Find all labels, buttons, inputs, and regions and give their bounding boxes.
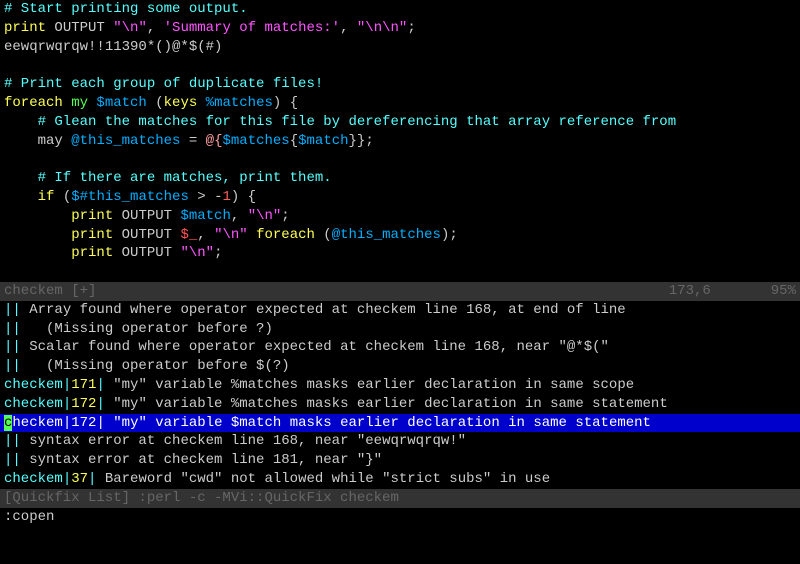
- code-line: print OUTPUT $match, "\n";: [0, 207, 800, 226]
- code-line: print OUTPUT "\n", 'Summary of matches:'…: [0, 19, 800, 38]
- quickfix-file: checkem: [4, 377, 63, 393]
- quickfix-msg: Bareword "cwd" not allowed while "strict…: [96, 471, 550, 487]
- code-line: print OUTPUT $_, "\n" foreach (@this_mat…: [0, 226, 800, 245]
- terminal-screen: # Start printing some output. print OUTP…: [0, 0, 800, 564]
- statusline-cursor: 173,6: [669, 282, 711, 301]
- quickfix-line[interactable]: checkem|171| "my" variable %matches mask…: [0, 376, 800, 395]
- quickfix-line[interactable]: || (Missing operator before ?): [0, 320, 800, 339]
- code-line: # Start printing some output.: [0, 0, 800, 19]
- command-line[interactable]: :copen: [0, 508, 800, 527]
- statusline-top: checkem [+] 173,6 95%: [0, 282, 800, 301]
- quickfix-msg: syntax error at checkem line 181, near "…: [21, 452, 382, 468]
- quickfix-linenr: 171: [71, 377, 96, 393]
- quickfix-msg: Scalar found where operator expected at …: [21, 339, 609, 355]
- quickfix-line[interactable]: || syntax error at checkem line 168, nea…: [0, 432, 800, 451]
- statusline-filename: checkem [+]: [4, 282, 669, 301]
- code-line: # Glean the matches for this file by der…: [0, 113, 800, 132]
- quickfix-line[interactable]: || syntax error at checkem line 181, nea…: [0, 451, 800, 470]
- code-line: eewqrwqrqw!!11390*()@*$(#): [0, 38, 800, 57]
- quickfix-msg: "my" variable %matches masks earlier dec…: [105, 377, 634, 393]
- statusline-quickfix: [Quickfix List] :perl -c -MVi::QuickFix …: [0, 489, 800, 508]
- code-line: foreach my $match (keys %matches) {: [0, 94, 800, 113]
- quickfix-msg: syntax error at checkem line 168, near "…: [21, 433, 466, 449]
- code-line: # If there are matches, print them.: [0, 169, 800, 188]
- quickfix-line[interactable]: checkem|172| "my" variable %matches mask…: [0, 395, 800, 414]
- quickfix-msg: Array found where operator expected at c…: [21, 302, 626, 318]
- quickfix-msg: (Missing operator before $(?): [21, 358, 290, 374]
- code-line: # Print each group of duplicate files!: [0, 75, 800, 94]
- statusline-percent: 95%: [771, 282, 796, 301]
- quickfix-line[interactable]: checkem|37| Bareword "cwd" not allowed w…: [0, 470, 800, 489]
- code-line: print OUTPUT "\n";: [0, 244, 800, 263]
- quickfix-file: checkem: [4, 471, 63, 487]
- code-line: if ($#this_matches > -1) {: [0, 188, 800, 207]
- code-window[interactable]: # Start printing some output. print OUTP…: [0, 0, 800, 282]
- quickfix-line[interactable]: || (Missing operator before $(?): [0, 357, 800, 376]
- code-line: [0, 56, 800, 75]
- quickfix-line[interactable]: checkem|172| "my" variable $match masks …: [0, 414, 800, 433]
- quickfix-msg: "my" variable %matches masks earlier dec…: [105, 396, 668, 412]
- quickfix-linenr: 172: [71, 396, 96, 412]
- code-line: [0, 150, 800, 169]
- quickfix-window[interactable]: || Array found where operator expected a…: [0, 301, 800, 489]
- code-line: may @this_matches = @{$matches{$match}};: [0, 132, 800, 151]
- quickfix-msg: (Missing operator before ?): [21, 321, 273, 337]
- quickfix-file: checkem: [4, 396, 63, 412]
- quickfix-line[interactable]: || Array found where operator expected a…: [0, 301, 800, 320]
- quickfix-line[interactable]: || Scalar found where operator expected …: [0, 338, 800, 357]
- quickfix-linenr: 37: [71, 471, 88, 487]
